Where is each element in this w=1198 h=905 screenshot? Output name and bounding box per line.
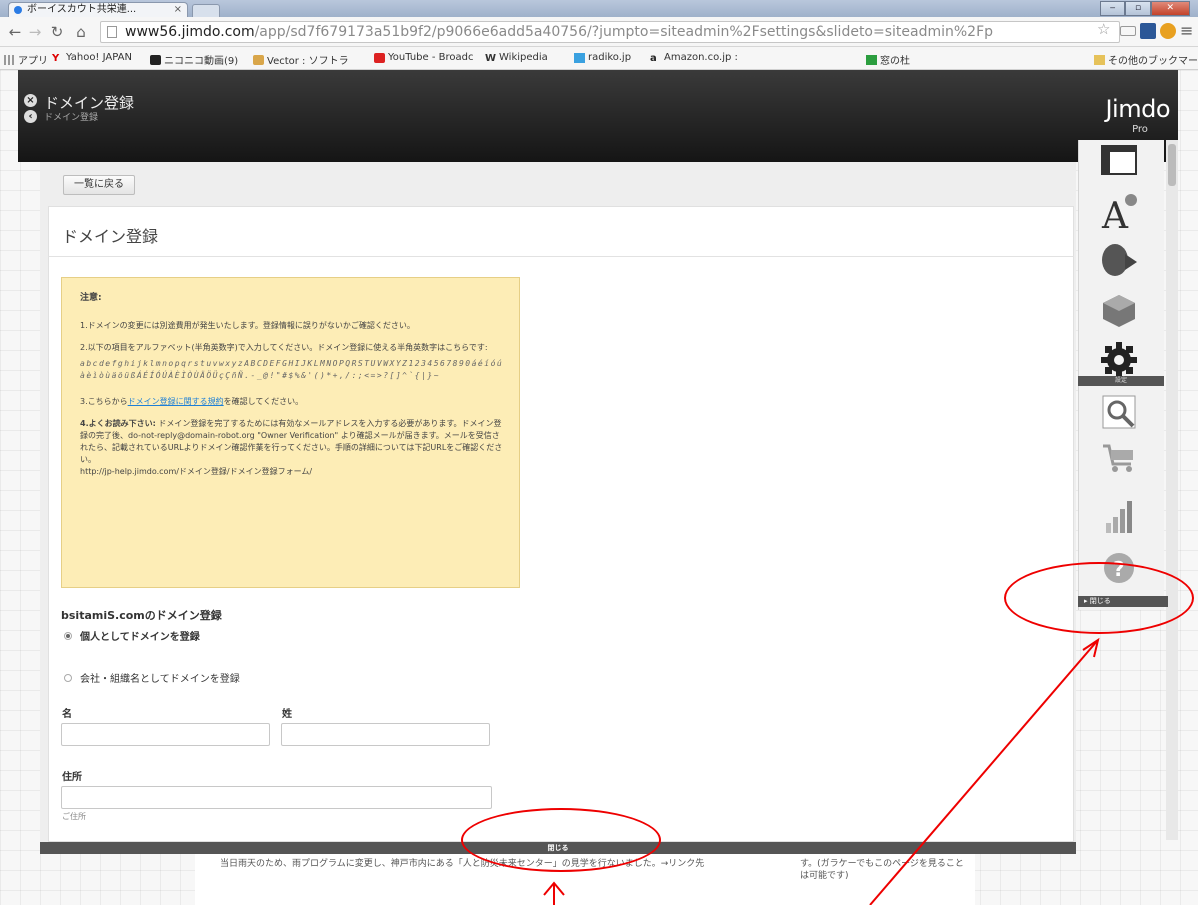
back-to-list-button[interactable]: 一覧に戻る [63, 175, 135, 195]
terms-link[interactable]: ドメイン登録に関する規約 [128, 397, 224, 406]
notice-item-3: 3.こちらからドメイン登録に関する規約を確認してください。 [80, 397, 304, 406]
menu-icon[interactable]: ≡ [1180, 21, 1193, 40]
maximize-button[interactable]: ▫ [1125, 1, 1151, 16]
annotation-ellipse-bottom [461, 808, 661, 872]
yahoo-icon: Y [52, 52, 60, 64]
radio-unselected-icon[interactable] [64, 673, 72, 682]
page-icon [107, 26, 117, 38]
address-field[interactable] [61, 786, 492, 809]
svg-text:A: A [1101, 196, 1129, 232]
address-label: 住所 [62, 772, 82, 783]
back-circle-icon[interactable]: ‹ [24, 110, 37, 123]
radio-company[interactable]: 会社・組織名としてドメインを登録 [64, 670, 240, 685]
last-name-field[interactable] [281, 723, 490, 746]
reload-icon[interactable]: ↻ [48, 23, 66, 41]
bookmark-wikipedia[interactable]: W Wikipedia [485, 52, 548, 64]
radio-selected-icon[interactable] [64, 631, 72, 640]
annotation-ellipse-sidebar [1004, 562, 1194, 634]
extension-icon[interactable] [1140, 23, 1156, 39]
wikipedia-icon: W [485, 52, 497, 64]
bookmark-star-icon[interactable]: ☆ [1097, 20, 1110, 38]
seo-icon[interactable] [1098, 392, 1140, 432]
addons-icon[interactable] [1098, 290, 1140, 330]
settings-active-label: 設定 [1078, 376, 1164, 386]
settings-icon[interactable] [1098, 340, 1140, 380]
amazon-icon: a [650, 52, 657, 64]
bookmark-vector[interactable]: Vector : ソフトラ [253, 52, 349, 67]
bookmark-apps[interactable]: アプリ [4, 52, 48, 67]
tab-bar: ボーイスカウト共栄連... × ‒ ▫ ✕ [0, 0, 1198, 17]
notice-item-4: 4.よくお読み下さい: ドメイン登録を完了するためには有効なメールアドレスを入力… [80, 419, 503, 476]
new-tab-button[interactable] [192, 4, 220, 17]
bookmark-amazon[interactable]: a Amazon.co.jp : [650, 52, 738, 64]
allowed-characters: abcdefghijklmnopqrstuvwxyzABCDEFGHIJKLMN… [80, 359, 504, 380]
layout-icon[interactable] [1098, 140, 1140, 180]
tab-favicon-icon [14, 6, 22, 14]
address-bar[interactable]: www56.jimdo.com/app/sd7f679173a51b9f2/p9… [100, 21, 1120, 43]
jimdo-logo: Jimdo [1105, 95, 1170, 123]
last-name-label: 姓 [282, 709, 292, 720]
stats-icon[interactable] [1098, 496, 1140, 536]
notice-item-2: 2.以下の項目をアルファベット(半角英数字)で入力してください。ドメイン登録に使… [80, 343, 488, 352]
help-url: http://jp-help.jimdo.com/ドメイン登録/ドメイン登録フォ… [80, 467, 313, 476]
style-icon[interactable]: A [1098, 192, 1140, 232]
plan-label: Pro [1132, 124, 1148, 135]
browser-tab[interactable]: ボーイスカウト共栄連... × [8, 2, 188, 17]
youtube-icon [374, 52, 385, 63]
minimize-button[interactable]: ‒ [1100, 1, 1126, 16]
bookmarks-bar: アプリ Y Yahoo! JAPAN ニコニコ動画(9) Vector : ソフト… [0, 47, 1198, 70]
url-host: www56.jimdo.com [125, 24, 255, 40]
scrollbar[interactable] [1166, 140, 1178, 840]
folder-icon [1094, 54, 1105, 65]
scrollbar-thumb[interactable] [1168, 144, 1176, 186]
bookmark-radiko[interactable]: radiko.jp [574, 52, 631, 63]
apps-icon [4, 54, 15, 65]
extension-icon[interactable] [1160, 23, 1176, 39]
background-text-right: す。(ガラケーでもこのページを見ることは可能です) [800, 859, 964, 881]
tab-close-icon[interactable]: × [174, 3, 182, 16]
window-controls: ‒ ▫ ✕ [1100, 1, 1190, 16]
radio-individual[interactable]: 個人としてドメインを登録 [64, 628, 200, 643]
title-divider [48, 256, 1074, 257]
bookmark-yahoo[interactable]: Y Yahoo! JAPAN [52, 52, 132, 64]
notice-item-1: 1.ドメインの変更には別途費用が発生いたします。登録情報に誤りがないかご確認くだ… [80, 321, 415, 330]
url-path: /app/sd7f679173a51b9f2/p9066e6add5a40756… [254, 24, 994, 40]
window-close-button[interactable]: ✕ [1150, 1, 1190, 16]
back-icon[interactable]: ← [6, 23, 24, 41]
bookmark-madonomori[interactable]: 窓の杜 [866, 52, 910, 67]
close-circle-icon[interactable]: × [24, 94, 37, 107]
first-name-label: 名 [62, 709, 72, 720]
forward-icon[interactable]: → [26, 23, 44, 41]
tab-title: ボーイスカウト共栄連... [27, 4, 137, 15]
page-title: ドメイン登録 [62, 227, 159, 246]
bookmark-niconico[interactable]: ニコニコ動画(9) [150, 52, 238, 67]
home-icon[interactable]: ⌂ [72, 23, 90, 41]
niconico-icon [150, 54, 161, 65]
shop-cart-icon[interactable] [1098, 438, 1140, 478]
browser-toolbar: ← → ↻ ⌂ www56.jimdo.com/app/sd7f679173a5… [0, 17, 1198, 47]
header-subtitle: ドメイン登録 [44, 113, 99, 123]
notice-box: 注意: 1.ドメインの変更には別途費用が発生いたします。登録情報に誤りがないかご… [61, 277, 520, 588]
bookmark-youtube[interactable]: YouTube - Broadc [374, 52, 473, 63]
registration-title: bsitamiS.comのドメイン登録 [61, 609, 222, 622]
notice-heading: 注意: [80, 293, 102, 303]
address-help-text: ご住所 [62, 812, 86, 821]
cast-icon[interactable] [1120, 26, 1136, 36]
media-icon[interactable] [1098, 240, 1140, 280]
bookmark-other[interactable]: その他のブックマーク [1094, 52, 1198, 67]
jimdo-admin-header [18, 70, 1178, 162]
radiko-icon [574, 52, 585, 63]
madonomori-icon [866, 54, 877, 65]
vector-icon [253, 54, 264, 65]
first-name-field[interactable] [61, 723, 270, 746]
